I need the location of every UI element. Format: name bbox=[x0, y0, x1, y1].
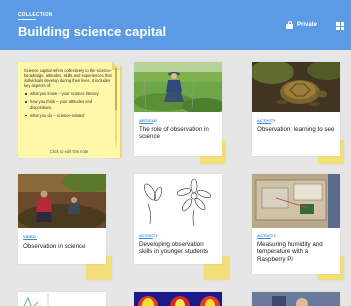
resource-card[interactable] bbox=[252, 292, 340, 306]
card-type-underline bbox=[139, 238, 153, 239]
field-researcher-photo bbox=[134, 62, 222, 112]
note-bullet: what you know – your science literacy bbox=[24, 91, 112, 96]
card-type-underline bbox=[257, 238, 271, 239]
note-text: Science capital refers collectively to t… bbox=[24, 68, 112, 121]
collection-header: COLLECTION Building science capital Priv… bbox=[0, 0, 351, 50]
privacy-toggle[interactable]: Private bbox=[286, 21, 317, 29]
collection-title: Building science capital bbox=[18, 24, 167, 39]
grid-view-icon[interactable] bbox=[336, 22, 344, 30]
card-title[interactable]: Observation in science bbox=[23, 243, 101, 250]
collection-kicker: COLLECTION bbox=[18, 12, 53, 18]
note-body: Science capital refers collectively to t… bbox=[24, 68, 112, 89]
card-title[interactable]: Measuring humidity and temperature with … bbox=[257, 241, 335, 263]
resource-card[interactable] bbox=[134, 292, 222, 306]
card-type-underline bbox=[23, 239, 37, 240]
note-card[interactable]: Science capital refers collectively to t… bbox=[18, 62, 120, 158]
outdoor-students-photo bbox=[18, 174, 106, 228]
resource-card[interactable]: ARTICLE The role of observation in scien… bbox=[134, 62, 222, 156]
graph-thumbnail bbox=[18, 292, 106, 306]
card-type-underline bbox=[139, 123, 153, 124]
kicker-underline bbox=[18, 19, 36, 20]
card-title[interactable]: The role of observation in science bbox=[139, 126, 217, 141]
card-title[interactable]: Developing observation skills in younger… bbox=[139, 241, 217, 256]
card-title[interactable]: Observation: learning to see bbox=[257, 126, 335, 133]
resource-card[interactable]: ACTIVITY Observation: learning to see bbox=[252, 62, 340, 156]
card-type-underline bbox=[257, 123, 271, 124]
turtle-photo bbox=[252, 62, 340, 112]
lock-icon bbox=[286, 21, 293, 29]
resource-card[interactable] bbox=[18, 292, 106, 306]
resource-card[interactable]: ACTIVITY Developing observation skills i… bbox=[134, 174, 222, 264]
classroom-photo-thumbnail bbox=[252, 292, 340, 306]
note-bullet-list: what you know – your science literacy ho… bbox=[24, 91, 112, 118]
note-bullet: what you do – science-related bbox=[24, 113, 112, 118]
note-edit-prompt[interactable]: Click to edit this note bbox=[18, 149, 120, 154]
flower-sketch bbox=[134, 174, 222, 228]
resource-card[interactable]: ACTIVITY Measuring humidity and temperat… bbox=[252, 174, 340, 274]
sensor-box-photo bbox=[252, 174, 340, 228]
privacy-label: Private bbox=[297, 22, 318, 28]
resource-card[interactable]: VIDEO Observation in science bbox=[18, 174, 106, 264]
note-scrollbar-thumb[interactable] bbox=[115, 68, 117, 110]
note-bullet: how you think – your attitudes and dispo… bbox=[24, 99, 112, 110]
thermal-image-thumbnail bbox=[134, 292, 222, 306]
